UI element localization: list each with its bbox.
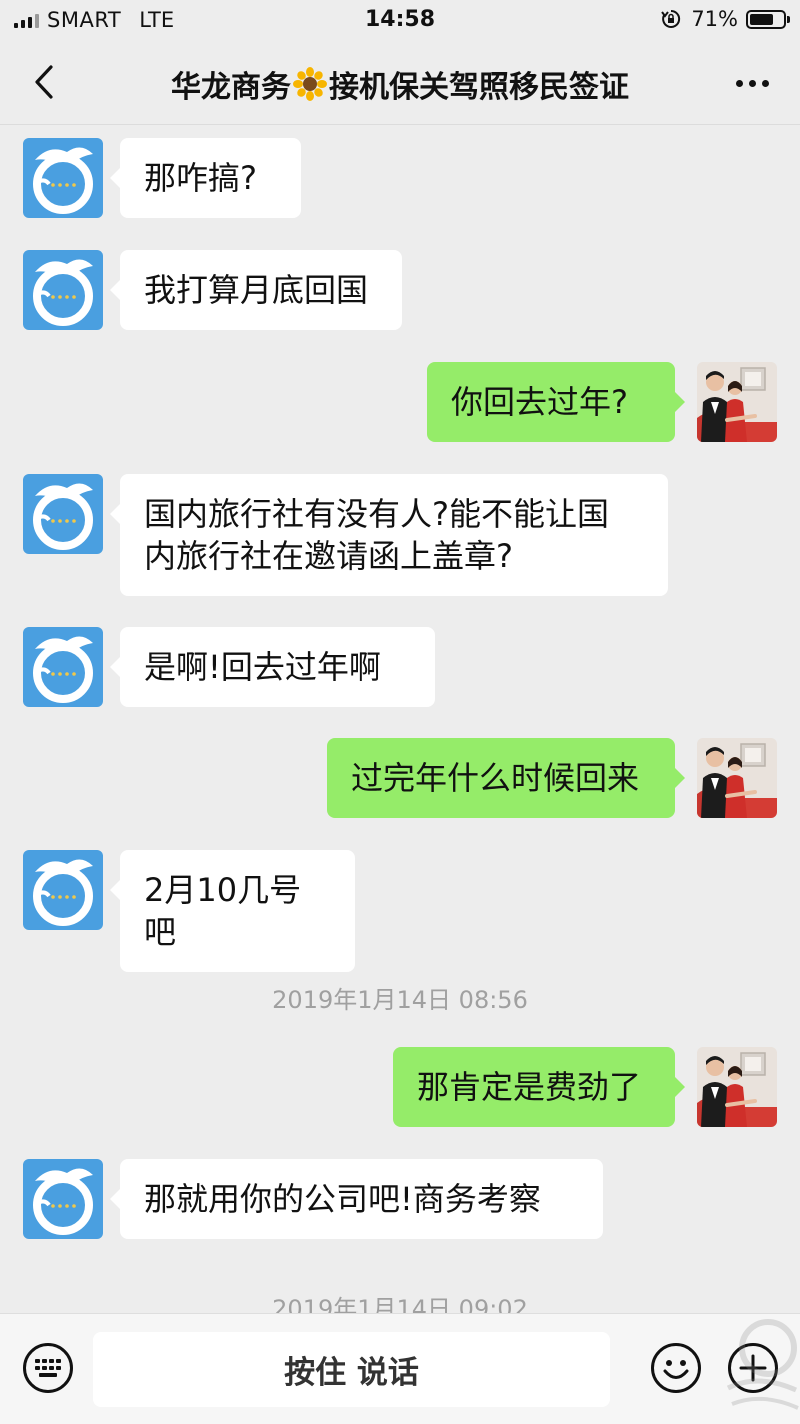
incoming-message[interactable]: 那咋搞? xyxy=(110,138,301,218)
contact-avatar[interactable] xyxy=(23,1159,103,1239)
contact-avatar[interactable] xyxy=(23,850,103,930)
outgoing-message[interactable]: 你回去过年? xyxy=(427,362,685,442)
incoming-message[interactable]: 2月10几号吧 xyxy=(110,850,355,972)
dot-icon xyxy=(761,79,769,87)
chevron-left-icon xyxy=(35,65,53,99)
company-logo-icon xyxy=(23,850,103,930)
message-timestamp: 2019年1月14日 08:56 xyxy=(272,986,528,1014)
dot-icon xyxy=(748,79,756,87)
company-logo-icon xyxy=(23,1159,103,1239)
status-right: 71% xyxy=(661,7,790,31)
chat-header: 华龙商务 接机保关驾照移民签证 xyxy=(0,40,800,125)
my-avatar[interactable] xyxy=(697,362,777,442)
company-logo-icon xyxy=(23,474,103,554)
more-options-button[interactable] xyxy=(730,68,774,98)
outgoing-message[interactable]: 那肯定是费劲了 xyxy=(393,1047,685,1127)
incoming-message[interactable]: 我打算月底回国 xyxy=(110,250,402,330)
company-logo-icon xyxy=(23,250,103,330)
outgoing-message[interactable]: 过完年什么时候回来 xyxy=(327,738,685,818)
battery-icon xyxy=(746,9,790,29)
wedding-photo-icon xyxy=(697,362,777,442)
incoming-message[interactable]: 国内旅行社有没有人?能不能让国 内旅行社在邀请函上盖章? xyxy=(110,474,668,596)
my-avatar[interactable] xyxy=(697,738,777,818)
incoming-message[interactable]: 是啊!回去过年啊 xyxy=(110,627,435,707)
my-avatar[interactable] xyxy=(697,1047,777,1127)
input-bar: 按住 说话 xyxy=(0,1313,800,1424)
status-bar: SMART LTE 14:58 71% xyxy=(0,0,800,40)
company-logo-icon xyxy=(23,627,103,707)
dot-icon xyxy=(735,79,743,87)
chat-title-name: 华龙商务 xyxy=(171,70,291,105)
back-button[interactable] xyxy=(22,60,66,104)
watermark-logo-icon xyxy=(726,1319,799,1410)
contact-avatar[interactable] xyxy=(23,474,103,554)
incoming-message[interactable]: 那就用你的公司吧!商务考察 xyxy=(110,1159,603,1239)
wedding-photo-icon xyxy=(697,738,777,818)
wedding-photo-icon xyxy=(697,1047,777,1127)
contact-avatar[interactable] xyxy=(23,250,103,330)
keyboard-icon[interactable] xyxy=(22,1342,74,1394)
emoji-icon[interactable] xyxy=(650,1342,702,1394)
hold-to-talk-button[interactable]: 按住 说话 xyxy=(93,1332,610,1407)
chat-title-services: 接机保关驾照移民签证 xyxy=(329,70,629,105)
rotation-lock-icon xyxy=(661,9,681,28)
contact-avatar[interactable] xyxy=(23,138,103,218)
chat-title: 华龙商务 接机保关驾照移民签证 xyxy=(130,62,670,106)
sunflower-icon xyxy=(293,67,327,101)
battery-percent: 71% xyxy=(691,7,738,31)
contact-avatar[interactable] xyxy=(23,627,103,707)
company-logo-icon xyxy=(23,138,103,218)
